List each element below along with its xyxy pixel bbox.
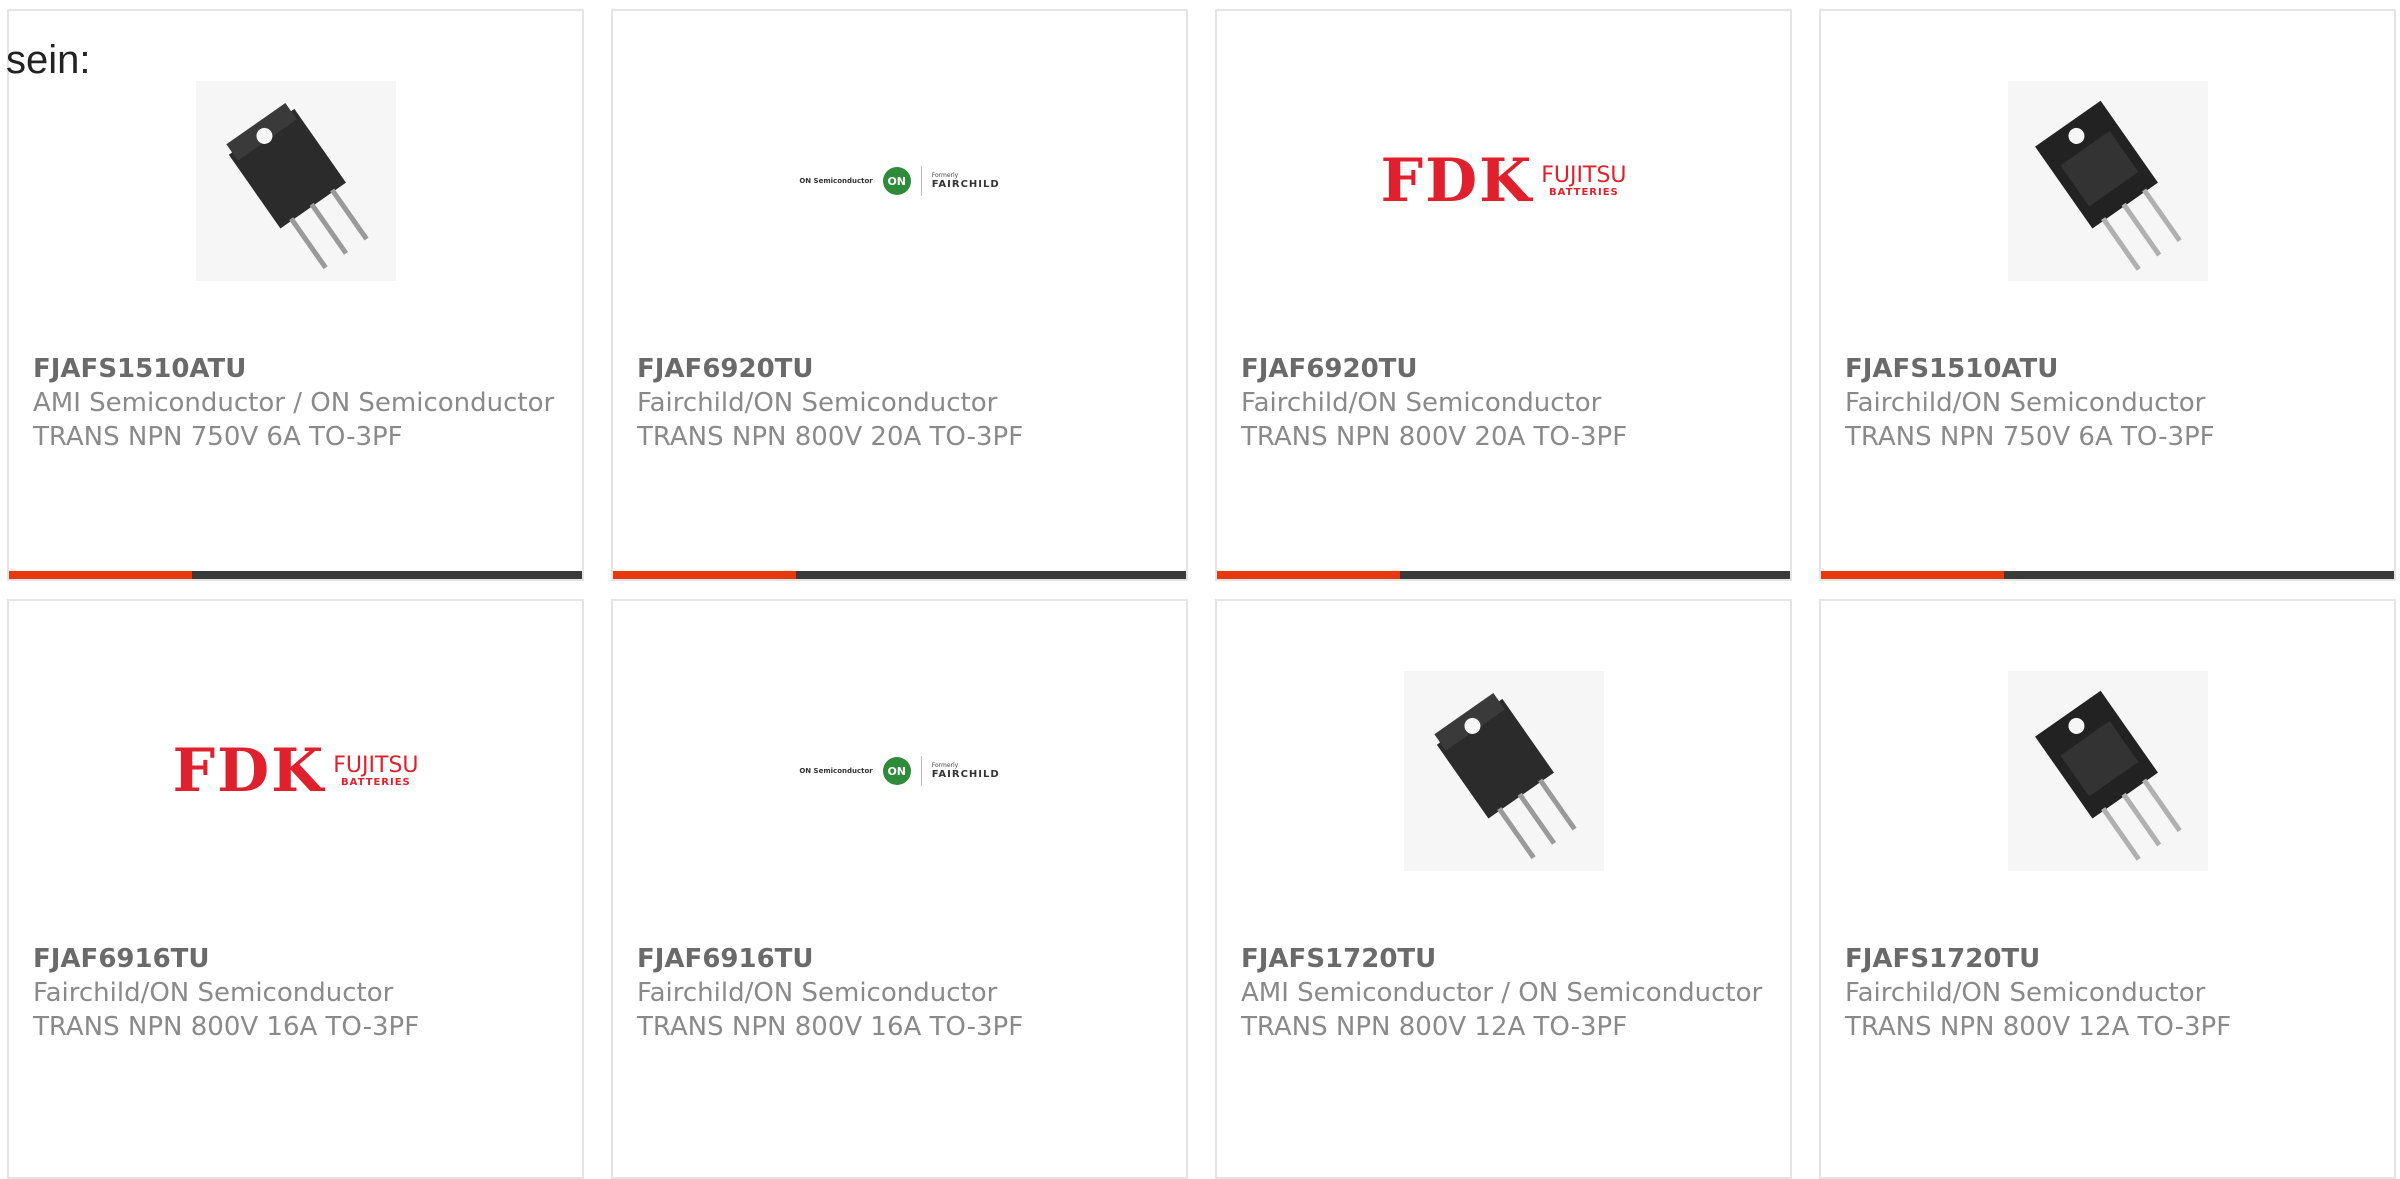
part-number[interactable]: FJAFS1720TU [1845, 942, 2378, 976]
accent-bar [9, 571, 582, 579]
part-number[interactable]: FJAFS1510ATU [33, 352, 566, 386]
transistor-image-icon [1403, 671, 1604, 871]
product-card[interactable]: FJAFS1510ATU Fairchild/ON Semiconductor … [1819, 9, 2396, 581]
product-card[interactable]: ON Semiconductor ON Formerly FAIRCHILD F… [611, 9, 1188, 581]
manufacturer: Fairchild/ON Semiconductor [1241, 388, 1602, 418]
part-number[interactable]: FJAF6916TU [33, 942, 566, 976]
product-image[interactable]: FDK FUJITSU BATTERIES [1217, 77, 1790, 285]
product-card[interactable]: FJAFS1510ATU AMI Semiconductor / ON Semi… [7, 9, 584, 581]
product-card[interactable]: FDK FUJITSU BATTERIES FJAF6920TU Fairchi… [1215, 9, 1792, 581]
fdk-fujitsu-logo-icon: FDK FUJITSU BATTERIES [1380, 146, 1627, 216]
product-image[interactable] [9, 77, 582, 285]
product-image[interactable]: ON Semiconductor ON Formerly FAIRCHILD [613, 77, 1186, 285]
product-image[interactable] [1217, 667, 1790, 875]
transistor-image-icon [2007, 81, 2208, 281]
description: TRANS NPN 800V 16A TO-3PF [33, 1012, 420, 1042]
fdk-fujitsu-logo-icon: FDK FUJITSU BATTERIES [172, 736, 419, 806]
transistor-image-icon [195, 81, 396, 281]
part-number[interactable]: FJAF6920TU [1241, 352, 1774, 386]
description: TRANS NPN 800V 20A TO-3PF [637, 422, 1024, 452]
manufacturer: AMI Semiconductor / ON Semiconductor [1241, 978, 1763, 1008]
product-image[interactable] [1821, 77, 2394, 285]
description: TRANS NPN 800V 16A TO-3PF [637, 1012, 1024, 1042]
accent-bar [1821, 571, 2394, 579]
product-image[interactable]: FDK FUJITSU BATTERIES [9, 667, 582, 875]
description: TRANS NPN 800V 20A TO-3PF [1241, 422, 1628, 452]
manufacturer: Fairchild/ON Semiconductor [637, 978, 998, 1008]
product-image[interactable] [1821, 667, 2394, 875]
part-number[interactable]: FJAFS1510ATU [1845, 352, 2378, 386]
accent-bar [1217, 571, 1790, 579]
manufacturer: Fairchild/ON Semiconductor [637, 388, 998, 418]
manufacturer: Fairchild/ON Semiconductor [1845, 978, 2206, 1008]
accent-bar [613, 571, 1186, 579]
product-card[interactable]: ON Semiconductor ON Formerly FAIRCHILD F… [611, 599, 1188, 1179]
onsemi-fairchild-logo-icon: ON Semiconductor ON Formerly FAIRCHILD [799, 756, 999, 786]
product-card[interactable]: FJAFS1720TU Fairchild/ON Semiconductor T… [1819, 599, 2396, 1179]
intro-text: sein: [6, 38, 91, 82]
part-number[interactable]: FJAF6920TU [637, 352, 1170, 386]
product-image[interactable]: ON Semiconductor ON Formerly FAIRCHILD [613, 667, 1186, 875]
manufacturer: AMI Semiconductor / ON Semiconductor [33, 388, 555, 418]
manufacturer: Fairchild/ON Semiconductor [33, 978, 394, 1008]
description: TRANS NPN 800V 12A TO-3PF [1845, 1012, 2232, 1042]
description: TRANS NPN 750V 6A TO-3PF [1845, 422, 2215, 452]
onsemi-fairchild-logo-icon: ON Semiconductor ON Formerly FAIRCHILD [799, 166, 999, 196]
description: TRANS NPN 800V 12A TO-3PF [1241, 1012, 1628, 1042]
manufacturer: Fairchild/ON Semiconductor [1845, 388, 2206, 418]
product-card[interactable]: FJAFS1720TU AMI Semiconductor / ON Semic… [1215, 599, 1792, 1179]
part-number[interactable]: FJAFS1720TU [1241, 942, 1774, 976]
product-card[interactable]: FDK FUJITSU BATTERIES FJAF6916TU Fairchi… [7, 599, 584, 1179]
description: TRANS NPN 750V 6A TO-3PF [33, 422, 403, 452]
transistor-image-icon [2007, 671, 2208, 871]
part-number[interactable]: FJAF6916TU [637, 942, 1170, 976]
